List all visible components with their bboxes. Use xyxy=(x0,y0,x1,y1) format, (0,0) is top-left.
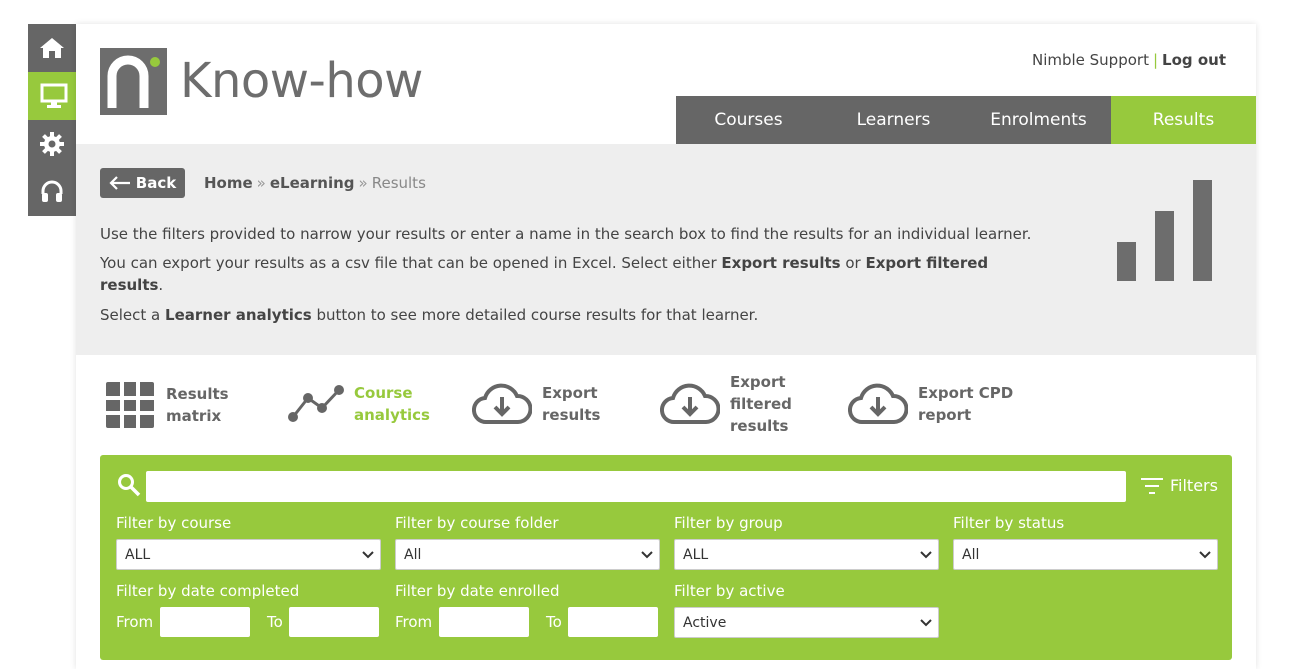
home-button[interactable] xyxy=(28,24,76,72)
home-icon xyxy=(40,38,64,58)
chevron-down-icon xyxy=(641,550,653,558)
cloud-download-icon xyxy=(848,383,908,425)
completed-to-label: To xyxy=(267,613,283,631)
breadcrumb-home[interactable]: Home xyxy=(204,174,253,192)
chevron-down-icon xyxy=(1199,550,1211,558)
intro-line-1: Use the filters provided to narrow your … xyxy=(100,225,1032,243)
filter-course-select[interactable]: ALL xyxy=(116,539,381,570)
filter-status-value: All xyxy=(962,546,980,563)
settings-button[interactable] xyxy=(28,120,76,168)
tab-enrolments[interactable]: Enrolments xyxy=(966,96,1111,144)
search-icon xyxy=(118,474,141,497)
breadcrumb-separator: » xyxy=(358,174,368,192)
logo-text: Know-how xyxy=(180,53,423,109)
chevron-down-icon xyxy=(362,550,374,558)
filter-folder-label: Filter by course folder xyxy=(395,514,559,532)
breadcrumb: Home» eLearning» Results xyxy=(204,174,426,192)
search-input[interactable] xyxy=(146,471,1126,502)
tab-results[interactable]: Results xyxy=(1111,96,1256,148)
top-links: Nimble Support | Log out xyxy=(1032,51,1226,69)
enrolled-from-input[interactable] xyxy=(439,607,529,637)
tab-courses[interactable]: Courses xyxy=(676,96,821,144)
cloud-download-icon xyxy=(472,383,532,425)
filter-folder-select[interactable]: All xyxy=(395,539,660,570)
filter-course-value: ALL xyxy=(125,546,151,563)
intro-line-2: You can export your results as a csv fil… xyxy=(100,254,989,294)
filter-group-label: Filter by group xyxy=(674,514,783,532)
back-label: Back xyxy=(135,174,177,192)
filters-toggle-button[interactable]: Filters xyxy=(1140,476,1218,495)
elearning-button[interactable] xyxy=(28,72,79,120)
intro-line-3: Select a Learner analytics button to see… xyxy=(100,306,759,324)
grid-icon xyxy=(106,382,154,428)
filter-folder-value: All xyxy=(404,546,422,563)
filter-group-select[interactable]: ALL xyxy=(674,539,939,570)
filter-status-label: Filter by status xyxy=(953,514,1065,532)
logout-link[interactable]: Log out xyxy=(1162,51,1226,69)
logo[interactable]: Know-how xyxy=(100,48,423,115)
gear-icon xyxy=(40,132,64,156)
link-separator: | xyxy=(1152,51,1159,69)
filter-status-select[interactable]: All xyxy=(953,539,1218,570)
course-analytics-button[interactable]: Course analytics xyxy=(288,382,430,426)
filter-panel: Filters Filter by course ALL Filter by c… xyxy=(100,455,1232,660)
line-chart-icon xyxy=(288,385,344,422)
monitor-icon xyxy=(40,83,67,108)
support-link[interactable]: Nimble Support xyxy=(1032,51,1149,69)
breadcrumb-current: Results xyxy=(371,174,426,192)
enrolled-to-input[interactable] xyxy=(568,607,658,637)
export-filtered-results-button[interactable]: Export filtered results xyxy=(660,371,792,437)
intro-panel: Back Home» eLearning» Results Use the filt… xyxy=(76,144,1256,355)
export-cpd-report-button[interactable]: Export CPD report xyxy=(848,382,1013,426)
breadcrumb-separator: » xyxy=(256,174,266,192)
filter-icon xyxy=(1141,477,1163,494)
completed-from-input[interactable] xyxy=(160,607,250,637)
tab-learners[interactable]: Learners xyxy=(821,96,966,144)
filter-course-label: Filter by course xyxy=(116,514,232,532)
filters-label: Filters xyxy=(1170,476,1218,495)
breadcrumb-elearning[interactable]: eLearning xyxy=(270,174,355,192)
filter-group-value: ALL xyxy=(683,546,709,563)
filter-date-completed-label: Filter by date completed xyxy=(116,582,300,600)
arrow-left-icon xyxy=(109,176,130,190)
filter-active-value: Active xyxy=(683,614,727,631)
back-button[interactable]: Back xyxy=(100,168,185,198)
action-bar: Results matrix Course analytics Export resu… xyxy=(76,364,1256,454)
main-card: Know-how Nimble Support | Log out Courses … xyxy=(76,24,1256,669)
enrolled-to-label: To xyxy=(546,613,562,631)
filter-active-label: Filter by active xyxy=(674,582,785,600)
side-nav xyxy=(28,24,79,216)
headset-icon xyxy=(41,180,63,202)
enrolled-from-label: From xyxy=(395,613,433,631)
filter-date-enrolled-label: Filter by date enrolled xyxy=(395,582,560,600)
chevron-down-icon xyxy=(920,618,932,626)
cloud-download-icon xyxy=(660,383,720,425)
filter-active-select[interactable]: Active xyxy=(674,607,939,638)
bar-chart-icon xyxy=(1117,180,1212,281)
logo-mark xyxy=(100,48,167,115)
completed-from-label: From xyxy=(116,613,154,631)
results-matrix-button[interactable]: Results matrix xyxy=(104,380,229,430)
export-results-button[interactable]: Export results xyxy=(472,382,600,426)
support-button[interactable] xyxy=(28,168,76,216)
main-nav: Courses Learners Enrolments Results xyxy=(676,96,1256,148)
chevron-down-icon xyxy=(920,550,932,558)
completed-to-input[interactable] xyxy=(289,607,379,637)
